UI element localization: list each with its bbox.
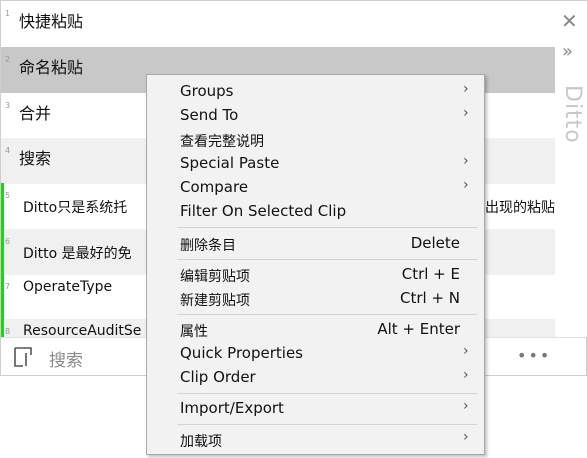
- menu-label: Groups: [180, 82, 234, 100]
- clip-marker: [1, 183, 4, 229]
- menu-label: Clip Order: [180, 368, 256, 386]
- clip-marker: [1, 274, 4, 320]
- clip-marker: [1, 319, 4, 337]
- menu-label: 查看完整说明: [180, 134, 264, 150]
- clip-row-1[interactable]: 1 快捷粘贴: [1, 1, 555, 47]
- side-strip: ✕ » Ditto: [555, 1, 587, 337]
- row-number: 5: [5, 191, 11, 200]
- menu-label: Special Paste: [180, 154, 280, 172]
- menu-shortcut: Delete: [410, 234, 460, 252]
- menu-shortcut: Alt + Enter: [377, 320, 460, 338]
- menu-item-import-export[interactable]: Import/Export ›: [147, 396, 484, 420]
- row-number: 7: [5, 282, 11, 291]
- clip-text: Ditto只是系统托: [23, 200, 128, 216]
- submenu-arrow-icon: ›: [463, 177, 469, 193]
- menu-label: 加载项: [180, 434, 222, 450]
- menu-shortcut: Ctrl + N: [399, 289, 460, 307]
- menu-separator: [177, 424, 477, 425]
- menu-item-new-clip[interactable]: 新建剪贴项 Ctrl + N: [147, 286, 484, 310]
- menu-item-view-full[interactable]: 查看完整说明: [147, 127, 484, 151]
- menu-separator: [177, 259, 477, 260]
- menu-item-delete[interactable]: 删除条目 Delete: [147, 231, 484, 255]
- row-number: 2: [5, 55, 11, 64]
- menu-label: 新建剪贴项: [180, 293, 250, 309]
- menu-item-quick-properties[interactable]: Quick Properties ›: [147, 341, 484, 365]
- clip-marker: [1, 229, 4, 275]
- submenu-arrow-icon: ›: [463, 105, 469, 121]
- menu-item-properties[interactable]: 属性 Alt + Enter: [147, 317, 484, 341]
- menu-item-groups[interactable]: Groups ›: [147, 79, 484, 103]
- close-icon[interactable]: ✕: [561, 9, 578, 33]
- menu-item-clip-order[interactable]: Clip Order ›: [147, 365, 484, 389]
- row-number: 8: [5, 327, 11, 336]
- more-icon[interactable]: •••: [517, 346, 551, 365]
- menu-item-send-to[interactable]: Send To ›: [147, 103, 484, 127]
- submenu-arrow-icon: ›: [463, 153, 469, 169]
- menu-separator: [177, 393, 477, 394]
- menu-label: Quick Properties: [180, 344, 303, 362]
- menu-separator: [177, 314, 477, 315]
- clip-text: OperateType: [23, 279, 113, 295]
- context-menu: Groups › Send To › 查看完整说明 Special Paste …: [146, 74, 485, 455]
- clip-text: 搜索: [19, 149, 52, 168]
- menu-item-addons[interactable]: 加载项 ›: [147, 427, 484, 451]
- clip-text: 命名粘贴: [19, 58, 84, 77]
- clip-text: 合并: [19, 104, 52, 123]
- menu-label: Filter On Selected Clip: [180, 202, 347, 220]
- menu-label: Compare: [180, 178, 249, 196]
- clip-text: ResourceAuditSe: [23, 323, 142, 337]
- menu-item-edit-clip[interactable]: 编辑剪贴项 Ctrl + E: [147, 262, 484, 286]
- menu-item-filter-on-selected[interactable]: Filter On Selected Clip: [147, 199, 484, 223]
- search-icon[interactable]: [13, 346, 33, 368]
- submenu-arrow-icon: ›: [463, 81, 469, 97]
- menu-shortcut: Ctrl + E: [401, 265, 460, 283]
- menu-item-special-paste[interactable]: Special Paste ›: [147, 151, 484, 175]
- row-number: 1: [5, 9, 11, 18]
- row-number: 3: [5, 101, 11, 110]
- brand-label: Ditto: [560, 85, 585, 144]
- clip-text: 快捷粘贴: [19, 12, 84, 31]
- menu-separator: [177, 227, 477, 228]
- clip-text: Ditto 是最好的免: [23, 246, 132, 262]
- clip-text-tail: 出现的粘贴: [485, 200, 555, 216]
- row-number: 6: [5, 237, 11, 246]
- menu-label: Send To: [180, 106, 239, 124]
- submenu-arrow-icon: ›: [463, 429, 469, 445]
- row-number: 4: [5, 146, 11, 155]
- expand-icon[interactable]: »: [562, 41, 573, 62]
- submenu-arrow-icon: ›: [463, 367, 469, 383]
- submenu-arrow-icon: ›: [463, 398, 469, 414]
- search-input[interactable]: 搜索: [49, 346, 83, 371]
- menu-label: 删除条目: [180, 238, 236, 254]
- menu-label: 编辑剪贴项: [180, 269, 250, 285]
- menu-item-compare[interactable]: Compare ›: [147, 175, 484, 199]
- submenu-arrow-icon: ›: [463, 343, 469, 359]
- menu-label: Import/Export: [180, 399, 284, 417]
- menu-label: 属性: [180, 324, 208, 340]
